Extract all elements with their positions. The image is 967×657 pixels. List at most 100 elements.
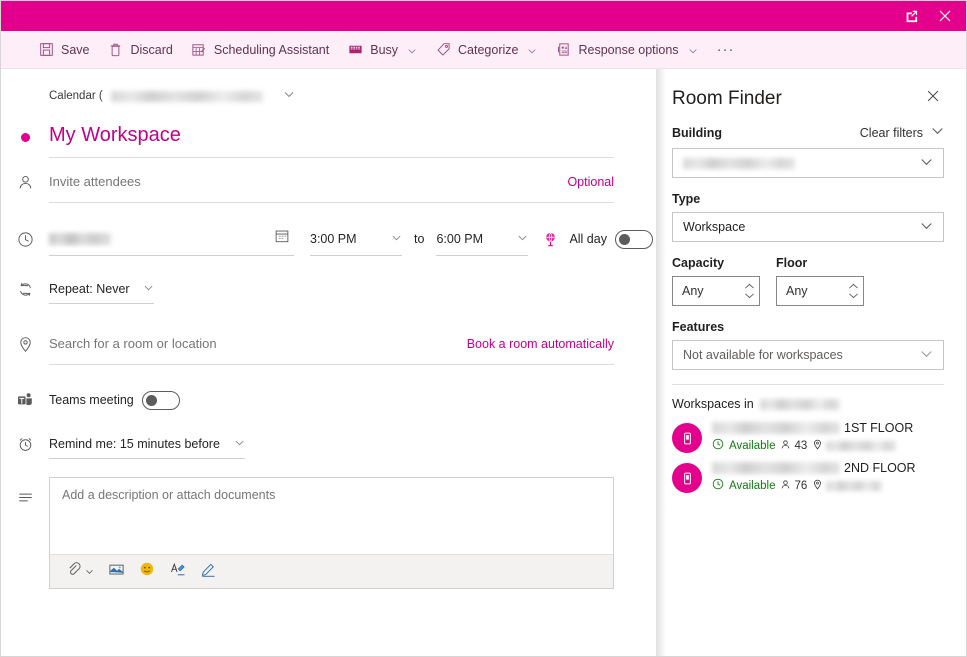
popout-button[interactable] — [894, 2, 928, 30]
building-select[interactable] — [672, 148, 944, 178]
end-time-field[interactable]: 6:00 PM — [436, 222, 529, 256]
response-options-button[interactable]: Response options — [546, 35, 706, 65]
busy-status-icon — [347, 42, 363, 58]
chevron-down-icon — [407, 45, 417, 55]
description-box: Add a description or attach documents — [49, 477, 614, 589]
emoji-button[interactable] — [139, 561, 155, 582]
all-day-toggle[interactable] — [614, 229, 653, 249]
signature-pen-button[interactable] — [200, 561, 217, 583]
workspace-name: 1ST FLOOR — [712, 421, 913, 435]
workspace-capacity-value: 43 — [794, 439, 808, 452]
chevron-down-icon[interactable] — [931, 124, 944, 142]
workspace-list-item[interactable]: 2ND FLOOR Available 76 — [672, 461, 944, 493]
chevron-down-icon — [391, 232, 402, 246]
floor-stepper[interactable]: Any — [776, 276, 864, 306]
overflow-menu-button[interactable]: ··· — [707, 41, 745, 58]
type-label: Type — [672, 192, 701, 206]
save-button[interactable]: Save — [29, 35, 99, 65]
save-icon — [38, 42, 54, 58]
calendar-icon[interactable] — [274, 228, 290, 249]
event-title-field[interactable]: My Workspace — [49, 116, 614, 158]
event-title-value: My Workspace — [49, 124, 181, 146]
workspace-name-suffix: 2ND FLOOR — [844, 461, 916, 475]
attach-icon — [66, 561, 82, 582]
description-row: Add a description or attach documents — [1, 477, 656, 589]
room-finder-close-button[interactable] — [922, 87, 944, 110]
all-day-label: All day — [569, 232, 607, 246]
chevron-down-icon — [283, 87, 295, 105]
attendees-placeholder: Invite attendees — [49, 174, 141, 189]
close-button[interactable] — [928, 2, 962, 30]
chevron-down-icon — [234, 437, 245, 451]
busy-status-button[interactable]: Busy — [338, 35, 426, 65]
teams-meeting-toggle[interactable] — [141, 390, 180, 410]
workspace-name-suffix: 1ST FLOOR — [844, 421, 914, 435]
scheduling-assistant-label: Scheduling Assistant — [213, 42, 330, 57]
floor-group: Floor Any — [776, 256, 864, 306]
workspaces-header-value-redacted — [759, 398, 840, 410]
text-effects-button[interactable] — [169, 561, 186, 583]
repeat-field[interactable]: Repeat: Never — [49, 274, 154, 304]
spinner-arrows[interactable] — [848, 283, 859, 299]
location-pin-icon — [812, 439, 823, 453]
insert-picture-icon — [108, 561, 125, 583]
globe-icon[interactable] — [542, 231, 559, 248]
optional-attendees-link[interactable]: Optional — [567, 175, 614, 189]
discard-button[interactable]: Discard — [99, 35, 182, 65]
attendees-field[interactable]: Invite attendees Optional — [49, 161, 614, 203]
repeat-value: Repeat: Never — [49, 281, 130, 296]
attendees-row: Invite attendees Optional — [1, 159, 656, 205]
title-bar — [1, 1, 966, 31]
attach-button[interactable] — [66, 561, 94, 582]
workspace-location-redacted — [826, 440, 897, 451]
person-icon — [1, 174, 49, 191]
chevron-down-icon — [527, 45, 537, 55]
person-icon — [780, 439, 791, 453]
location-field[interactable]: Search for a room or location Book a roo… — [49, 323, 614, 365]
event-form: Calendar ( My Workspace Invite attendees… — [1, 69, 666, 656]
start-time-value: 3:00 PM — [310, 231, 357, 246]
features-label: Features — [672, 320, 725, 334]
chevron-up-icon — [745, 283, 754, 289]
spinner-arrows[interactable] — [744, 283, 755, 299]
chevron-down-icon — [920, 155, 933, 171]
book-room-automatically-link[interactable]: Book a room automatically — [467, 337, 614, 351]
capacity-stepper[interactable]: Any — [672, 276, 760, 306]
window-body: Calendar ( My Workspace Invite attendees… — [1, 69, 966, 656]
features-value: Not available for workspaces — [683, 348, 843, 362]
emoji-icon — [139, 561, 155, 582]
teams-meeting-row: Teams meeting — [1, 377, 656, 423]
workspace-avatar — [672, 423, 702, 453]
categorize-button[interactable]: Categorize — [426, 35, 546, 65]
start-date-field[interactable] — [49, 222, 294, 256]
workspace-location — [812, 479, 883, 493]
chevron-down-icon — [920, 347, 933, 363]
reminder-field[interactable]: Remind me: 15 minutes before — [49, 429, 245, 459]
location-placeholder: Search for a room or location — [49, 336, 217, 351]
scheduling-assistant-button[interactable]: Scheduling Assistant — [182, 35, 338, 65]
insert-picture-button[interactable] — [108, 561, 125, 583]
clock-icon — [1, 231, 49, 248]
response-options-label: Response options — [578, 42, 679, 57]
type-select[interactable]: Workspace — [672, 212, 944, 242]
workspace-list-item[interactable]: 1ST FLOOR Available 43 — [672, 421, 944, 453]
calendar-selector[interactable]: Calendar ( — [1, 69, 656, 105]
teams-meeting-label: Teams meeting — [49, 393, 134, 407]
start-time-field[interactable]: 3:00 PM — [310, 222, 402, 256]
room-finder-title: Room Finder — [672, 87, 782, 109]
workspace-capacity: 43 — [780, 439, 807, 453]
building-value-redacted — [683, 157, 795, 169]
floor-value: Any — [786, 284, 808, 298]
description-textarea[interactable]: Add a description or attach documents — [50, 478, 613, 554]
floor-label: Floor — [776, 256, 808, 270]
clear-filters-button[interactable]: Clear filters — [860, 126, 923, 140]
calendar-value-redacted — [110, 90, 263, 102]
room-finder-header: Room Finder — [672, 87, 944, 124]
end-time-value: 6:00 PM — [436, 231, 483, 246]
features-select[interactable]: Not available for workspaces — [672, 340, 944, 370]
calendar-label: Calendar ( — [49, 90, 103, 102]
type-label-row: Type — [672, 192, 944, 206]
workspaces-header: Workspaces in — [672, 397, 944, 411]
response-options-icon — [555, 42, 571, 58]
workspace-meta: Available 76 — [712, 478, 916, 493]
